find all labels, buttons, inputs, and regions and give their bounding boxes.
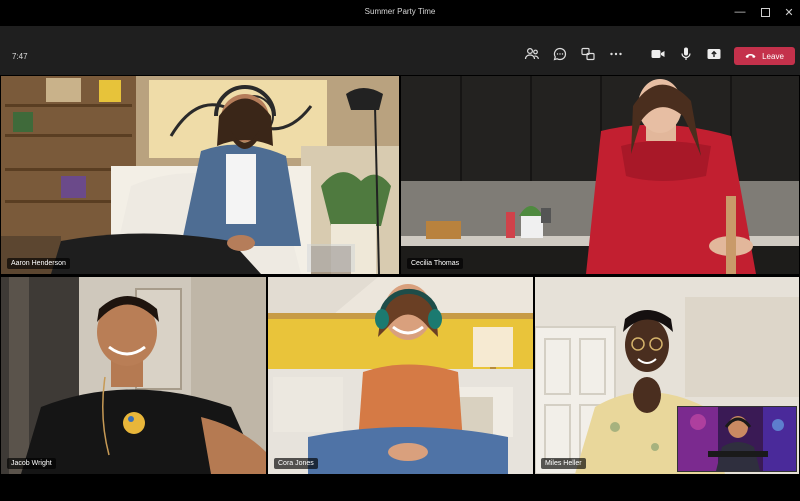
more-options-icon[interactable] bbox=[606, 44, 626, 64]
video-feed bbox=[268, 277, 533, 474]
participant-name: Cora Jones bbox=[274, 458, 318, 469]
participant-name: Miles Heller bbox=[541, 458, 586, 469]
participant-tile-jacob[interactable]: Jacob Wright bbox=[1, 277, 266, 474]
minimize-icon[interactable]: — bbox=[731, 4, 749, 20]
maximize-icon[interactable] bbox=[756, 4, 774, 20]
participant-tile-aaron[interactable]: Aaron Henderson bbox=[1, 76, 399, 274]
self-view-feed bbox=[678, 407, 796, 471]
participant-name: Aaron Henderson bbox=[7, 258, 70, 269]
participant-name: Cecilia Thomas bbox=[407, 258, 464, 269]
leave-label: Leave bbox=[762, 51, 784, 61]
self-view-video[interactable] bbox=[677, 406, 797, 472]
window-title: Summer Party Time bbox=[364, 7, 436, 16]
participant-name: Jacob Wright bbox=[7, 458, 56, 469]
breakout-rooms-icon[interactable] bbox=[578, 44, 598, 64]
video-feed bbox=[401, 76, 799, 274]
participant-tile-cora[interactable]: Cora Jones bbox=[268, 277, 533, 474]
title-bar: Summer Party Time — ✕ bbox=[0, 0, 800, 26]
close-icon[interactable]: ✕ bbox=[780, 4, 798, 20]
video-feed bbox=[1, 277, 266, 474]
people-icon[interactable] bbox=[522, 44, 542, 64]
phone-hangup-icon bbox=[745, 52, 756, 61]
share-screen-icon[interactable] bbox=[704, 44, 724, 64]
meeting-timer: 7:47 bbox=[12, 52, 28, 61]
participant-tile-cecilia[interactable]: Cecilia Thomas bbox=[401, 76, 799, 274]
leave-button[interactable]: Leave bbox=[734, 47, 795, 65]
camera-icon[interactable] bbox=[648, 44, 668, 64]
video-feed bbox=[1, 76, 399, 274]
chat-icon[interactable] bbox=[550, 44, 570, 64]
microphone-icon[interactable] bbox=[676, 44, 696, 64]
